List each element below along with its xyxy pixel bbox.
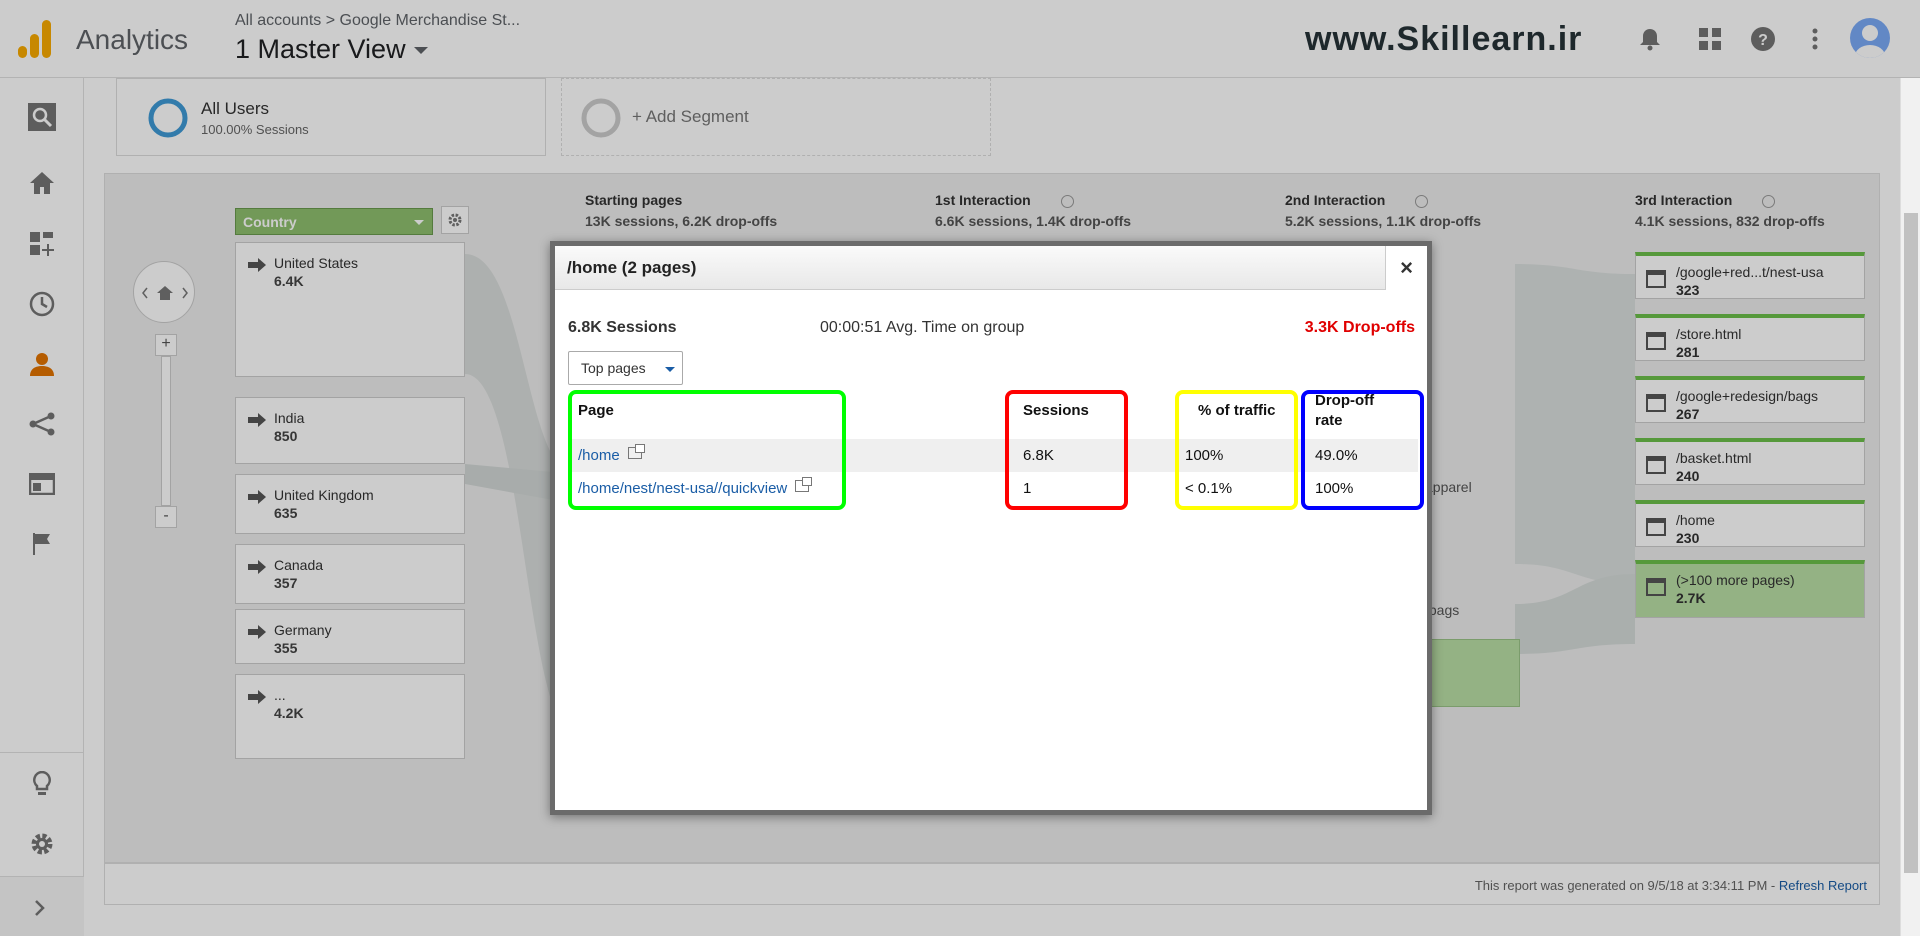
page-group-dialog: /home (2 pages) × 6.8K Sessions 00:00:51… (550, 241, 1432, 815)
page-scrollbar[interactable] (1900, 78, 1920, 936)
highlight-traffic-column (1175, 390, 1298, 510)
scrollbar-thumb[interactable] (1904, 213, 1918, 873)
dialog-header: /home (2 pages) × (555, 246, 1427, 290)
close-button[interactable]: × (1385, 246, 1427, 290)
chevron-down-icon (665, 367, 675, 372)
highlight-dropoff-column (1301, 390, 1424, 510)
top-pages-label: Top pages (581, 360, 646, 376)
avg-time-stat: 00:00:51 Avg. Time on group (820, 319, 1025, 336)
app-root: Analytics All accounts > Google Merchand… (0, 0, 1920, 936)
sessions-stat: 6.8K Sessions (568, 319, 677, 336)
close-icon: × (1400, 255, 1413, 280)
top-pages-select[interactable]: Top pages (568, 351, 683, 385)
highlight-sessions-column (1005, 390, 1128, 510)
dropoffs-stat: 3.3K Drop-offs (1304, 319, 1415, 336)
highlight-page-column (568, 390, 846, 510)
dialog-title: /home (2 pages) (567, 258, 697, 277)
